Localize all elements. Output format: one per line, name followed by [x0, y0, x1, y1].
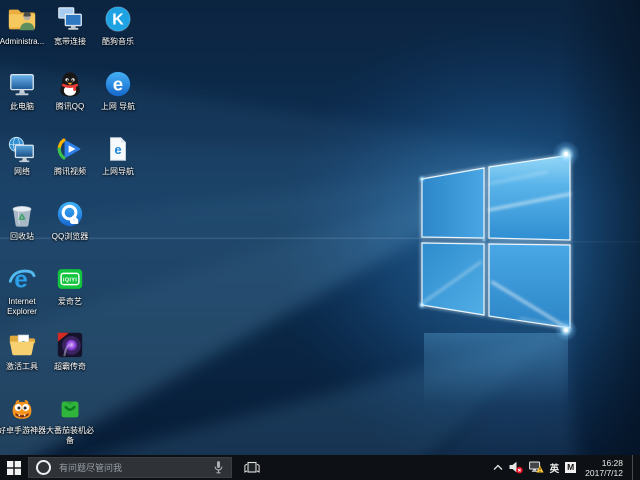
icon-label: 网络	[14, 167, 30, 177]
icon-label: Administra...	[0, 37, 44, 47]
desktop-icon-qq-browser[interactable]: QQ浏览器	[42, 199, 98, 242]
start-button[interactable]	[0, 455, 27, 480]
icon-label: 宽带连接	[54, 37, 86, 47]
icon-label: 大番茄装机必 备	[46, 426, 94, 446]
internet-e-document-icon: e	[103, 134, 133, 164]
chevron-up-icon	[493, 464, 503, 471]
kugou-music-icon: K	[103, 4, 133, 34]
desktop-icon-nav-doc[interactable]: e 上网导航	[90, 134, 146, 177]
microphone-icon[interactable]	[213, 460, 224, 475]
iqiyi-icon: iQIYI	[55, 264, 85, 294]
desktop-icon-iqiyi[interactable]: iQIYI 爱奇艺	[42, 264, 98, 307]
icon-label: 好卓手游神器	[0, 426, 46, 436]
taskbar: 有问题尽管问我	[0, 455, 640, 480]
icon-label: Internet Explorer	[7, 297, 37, 317]
show-desktop-button[interactable]	[632, 455, 637, 480]
task-view-button[interactable]	[238, 455, 266, 480]
this-pc-icon	[7, 69, 37, 99]
recycle-bin-icon	[7, 199, 37, 229]
volume-button[interactable]	[509, 455, 523, 480]
clock-time: 16:28	[602, 458, 623, 468]
network-icon	[7, 134, 37, 164]
icon-label: QQ浏览器	[52, 232, 88, 242]
icon-label: 此电脑	[10, 102, 34, 112]
tencent-video-icon	[55, 134, 85, 164]
internet-e-circle-icon: e	[103, 69, 133, 99]
desktop: Administra... 宽带连接 K 酷狗音乐 此电脑	[0, 0, 640, 455]
svg-text:iQIYI: iQIYI	[63, 277, 77, 283]
desktop-icon-chaoba-legend[interactable]: 超霸传奇	[42, 329, 98, 372]
datomato-bag-icon	[55, 393, 85, 423]
qq-penguin-icon	[55, 69, 85, 99]
desktop-icon-datomato[interactable]: 大番茄装机必 备	[42, 393, 98, 446]
svg-text:e: e	[113, 74, 123, 95]
search-input[interactable]: 有问题尽管问我	[28, 457, 232, 478]
internet-explorer-icon: e	[7, 264, 37, 294]
task-view-icon	[244, 461, 260, 474]
tray-overflow-button[interactable]	[493, 455, 503, 480]
search-placeholder: 有问题尽管问我	[59, 461, 213, 474]
svg-text:e: e	[114, 142, 121, 157]
haozhuo-monster-icon	[7, 393, 37, 423]
network-warning-icon	[529, 461, 544, 474]
icon-label: 腾讯QQ	[56, 102, 84, 112]
system-tray: 英 M 16:28 2017/7/12	[493, 455, 637, 480]
icon-label: 腾讯视频	[54, 167, 86, 177]
cortana-icon	[36, 460, 51, 475]
user-folder-icon	[7, 4, 37, 34]
clock[interactable]: 16:28 2017/7/12	[582, 458, 626, 478]
ime-badge[interactable]: M	[565, 462, 576, 473]
broadband-connection-icon	[55, 4, 85, 34]
icon-label: 酷狗音乐	[102, 37, 134, 47]
icon-label: 超霸传奇	[54, 362, 86, 372]
activation-tools-folder-icon: e	[7, 329, 37, 359]
desktop-icon-nav-circle[interactable]: e 上网 导航	[90, 69, 146, 112]
clock-date: 2017/7/12	[585, 468, 623, 478]
icon-label: 上网 导航	[101, 102, 135, 112]
icon-label: 上网导航	[102, 167, 134, 177]
qq-browser-icon	[55, 199, 85, 229]
icon-label: 爱奇艺	[58, 297, 82, 307]
chaoba-legend-game-icon	[55, 329, 85, 359]
icon-label: 激活工具	[6, 362, 38, 372]
svg-text:K: K	[112, 12, 124, 29]
windows-logo-icon	[7, 461, 21, 475]
speaker-muted-icon	[509, 461, 523, 474]
ime-language-indicator[interactable]: 英	[550, 455, 560, 480]
desktop-icon-kugou[interactable]: K 酷狗音乐	[90, 4, 146, 47]
icon-label: 回收站	[10, 232, 34, 242]
network-button[interactable]	[529, 455, 544, 480]
